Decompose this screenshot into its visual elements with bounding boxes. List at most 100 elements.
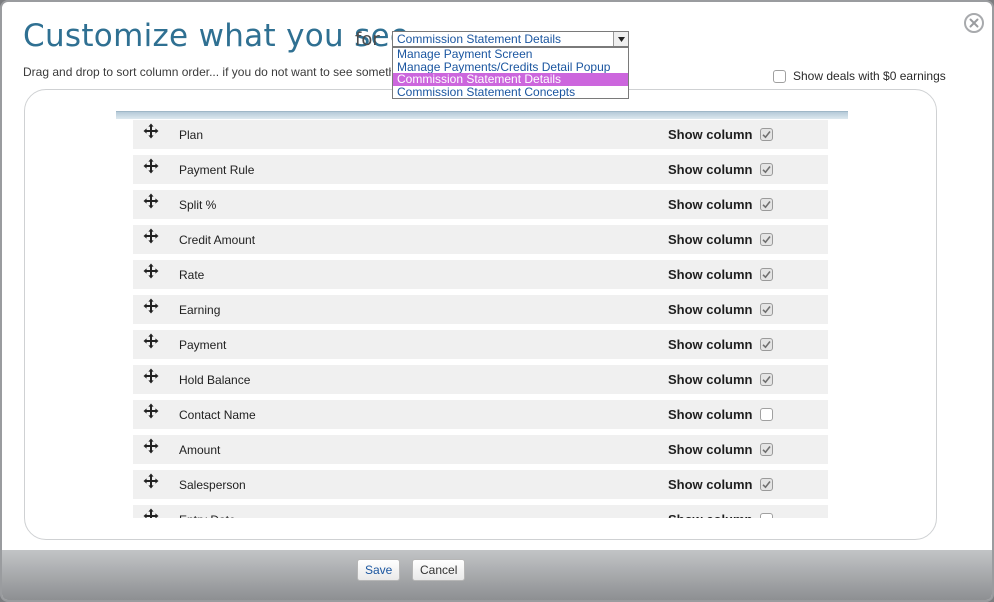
column-row[interactable]: Credit Amount Show column — [133, 225, 828, 254]
move-arrows-icon — [143, 438, 159, 454]
move-arrows-icon — [143, 368, 159, 384]
show-column-label: Show column — [668, 442, 753, 457]
dropdown-option-selected[interactable]: Commission Statement Details — [393, 73, 628, 86]
show-column-label: Show column — [668, 302, 753, 317]
show-column-checkbox[interactable] — [760, 513, 773, 518]
show-column-label: Show column — [668, 197, 753, 212]
show-column-checkbox[interactable] — [760, 268, 773, 281]
column-name: Hold Balance — [179, 373, 251, 387]
check-icon — [762, 376, 771, 384]
customize-dialog: Customize what you see for Commission St… — [0, 0, 994, 602]
show-column-label: Show column — [668, 232, 753, 247]
column-name: Contact Name — [179, 408, 256, 422]
show-column-checkbox[interactable] — [760, 303, 773, 316]
show-column-checkbox[interactable] — [760, 408, 773, 421]
column-name: Amount — [179, 443, 221, 457]
column-row[interactable]: Plan Show column — [133, 120, 828, 149]
show-column-checkbox[interactable] — [760, 478, 773, 491]
check-icon — [762, 271, 771, 279]
column-row[interactable]: Hold Balance Show column — [133, 365, 828, 394]
drag-handle[interactable] — [143, 123, 159, 139]
chevron-down-icon — [617, 36, 625, 42]
move-arrows-icon — [143, 508, 159, 518]
show-column-label: Show column — [668, 407, 753, 422]
move-arrows-icon — [143, 123, 159, 139]
columns-panel: Plan Show column Payment Rule Show column Sp… — [24, 89, 937, 540]
move-arrows-icon — [143, 333, 159, 349]
dialog-title: Customize what you see — [23, 18, 410, 54]
show-column-checkbox[interactable] — [760, 373, 773, 386]
move-arrows-icon — [143, 473, 159, 489]
column-name: Salesperson — [179, 478, 246, 492]
close-button[interactable] — [964, 13, 984, 33]
check-icon — [762, 166, 771, 174]
column-row[interactable]: Amount Show column — [133, 435, 828, 464]
column-name: Plan — [179, 128, 204, 142]
drag-handle[interactable] — [143, 508, 159, 518]
close-circle-icon — [969, 18, 979, 28]
for-label: for — [355, 29, 380, 50]
drag-handle[interactable] — [143, 193, 159, 209]
show-column-checkbox[interactable] — [760, 443, 773, 456]
show-column-checkbox[interactable] — [760, 338, 773, 351]
drag-handle[interactable] — [143, 298, 159, 314]
move-arrows-icon — [143, 193, 159, 209]
column-name: Entry Date — [179, 513, 236, 518]
show-column-checkbox[interactable] — [760, 198, 773, 211]
dropdown-option[interactable]: Manage Payment Screen — [393, 48, 628, 61]
move-arrows-icon — [143, 158, 159, 174]
show-column-label: Show column — [668, 372, 753, 387]
drag-handle[interactable] — [143, 333, 159, 349]
show-column-checkbox[interactable] — [760, 128, 773, 141]
column-name: Payment — [179, 338, 227, 352]
drag-handle[interactable] — [143, 403, 159, 419]
instructions-text: Drag and drop to sort column order... if… — [23, 65, 391, 79]
screen-select[interactable]: Commission Statement Details — [392, 31, 629, 47]
show-zero-earnings-checkbox[interactable] — [773, 69, 786, 83]
drag-handle[interactable] — [143, 473, 159, 489]
check-icon — [762, 131, 771, 139]
drag-handle[interactable] — [143, 228, 159, 244]
show-column-checkbox[interactable] — [760, 233, 773, 246]
column-row[interactable]: Payment Show column — [133, 330, 828, 359]
column-list[interactable]: Plan Show column Payment Rule Show column Sp… — [133, 120, 828, 518]
check-icon — [762, 446, 771, 454]
move-arrows-icon — [143, 403, 159, 419]
column-row[interactable]: Contact Name Show column — [133, 400, 828, 429]
select-arrow[interactable] — [613, 32, 628, 46]
move-arrows-icon — [143, 228, 159, 244]
column-row[interactable]: Entry Date Show column — [133, 505, 828, 518]
drag-handle[interactable] — [143, 368, 159, 384]
column-name: Split % — [179, 198, 217, 212]
cancel-button[interactable]: Cancel — [412, 559, 466, 581]
column-row[interactable]: Split % Show column — [133, 190, 828, 219]
drag-handle[interactable] — [143, 263, 159, 279]
column-name: Rate — [179, 268, 205, 282]
column-row[interactable]: Salesperson Show column — [133, 470, 828, 499]
column-name: Payment Rule — [179, 163, 255, 177]
move-arrows-icon — [143, 263, 159, 279]
show-column-label: Show column — [668, 512, 753, 518]
dropdown-option[interactable]: Manage Payments/Credits Detail Popup — [393, 61, 628, 74]
drag-handle[interactable] — [143, 438, 159, 454]
move-arrows-icon — [143, 298, 159, 314]
show-column-label: Show column — [668, 127, 753, 142]
column-row[interactable]: Earning Show column — [133, 295, 828, 324]
show-zero-earnings-toggle[interactable]: Show deals with $0 earnings — [773, 69, 946, 83]
screen-select-value: Commission Statement Details — [397, 32, 562, 46]
check-icon — [762, 306, 771, 314]
column-row[interactable]: Rate Show column — [133, 260, 828, 289]
save-button[interactable]: Save — [357, 559, 401, 581]
panel-header-bar — [116, 111, 848, 119]
column-name: Earning — [179, 303, 221, 317]
check-icon — [762, 201, 771, 209]
dropdown-option[interactable]: Commission Statement Concepts — [393, 86, 628, 99]
show-column-label: Show column — [668, 267, 753, 282]
check-icon — [762, 481, 771, 489]
show-column-label: Show column — [668, 477, 753, 492]
show-zero-earnings-label: Show deals with $0 earnings — [793, 69, 946, 83]
column-row[interactable]: Payment Rule Show column — [133, 155, 828, 184]
show-column-label: Show column — [668, 162, 753, 177]
drag-handle[interactable] — [143, 158, 159, 174]
show-column-checkbox[interactable] — [760, 163, 773, 176]
